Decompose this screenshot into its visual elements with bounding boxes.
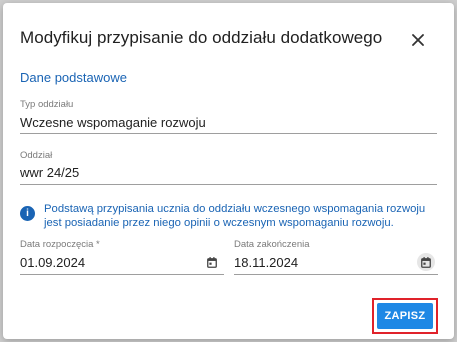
unit-type-underline [20, 133, 437, 134]
calendar-icon [421, 256, 431, 268]
info-message: i Podstawą przypisania ucznia do oddział… [20, 202, 438, 230]
unit-type-field[interactable]: Wczesne wspomaganie rozwoju [20, 115, 206, 130]
edit-assignment-dialog: Modyfikuj przypisanie do oddziału dodatk… [3, 3, 454, 339]
start-date-picker-button[interactable] [203, 253, 221, 271]
calendar-icon [207, 256, 217, 268]
end-date-picker-button[interactable] [417, 253, 435, 271]
start-date-underline [20, 274, 224, 275]
section-title: Dane podstawowe [20, 70, 127, 85]
info-icon: i [20, 206, 35, 221]
end-date-label: Data zakończenia [234, 239, 310, 250]
close-icon [412, 34, 424, 46]
end-date-field[interactable]: 18.11.2024 [234, 255, 298, 270]
unit-type-label: Typ oddziału [20, 99, 74, 110]
start-date-field[interactable]: 01.09.2024 [20, 255, 85, 270]
save-button[interactable]: ZAPISZ [377, 303, 433, 329]
dialog-title: Modyfikuj przypisanie do oddziału dodatk… [20, 28, 383, 47]
unit-field[interactable]: wwr 24/25 [20, 165, 79, 180]
save-button-highlight: ZAPISZ [372, 298, 438, 334]
unit-underline [20, 184, 437, 185]
end-date-underline [234, 274, 438, 275]
unit-label: Oddział [20, 150, 53, 161]
info-text: Podstawą przypisania ucznia do oddziału … [44, 203, 426, 229]
close-button[interactable] [407, 29, 429, 51]
start-date-label: Data rozpoczęcia * [20, 239, 100, 250]
